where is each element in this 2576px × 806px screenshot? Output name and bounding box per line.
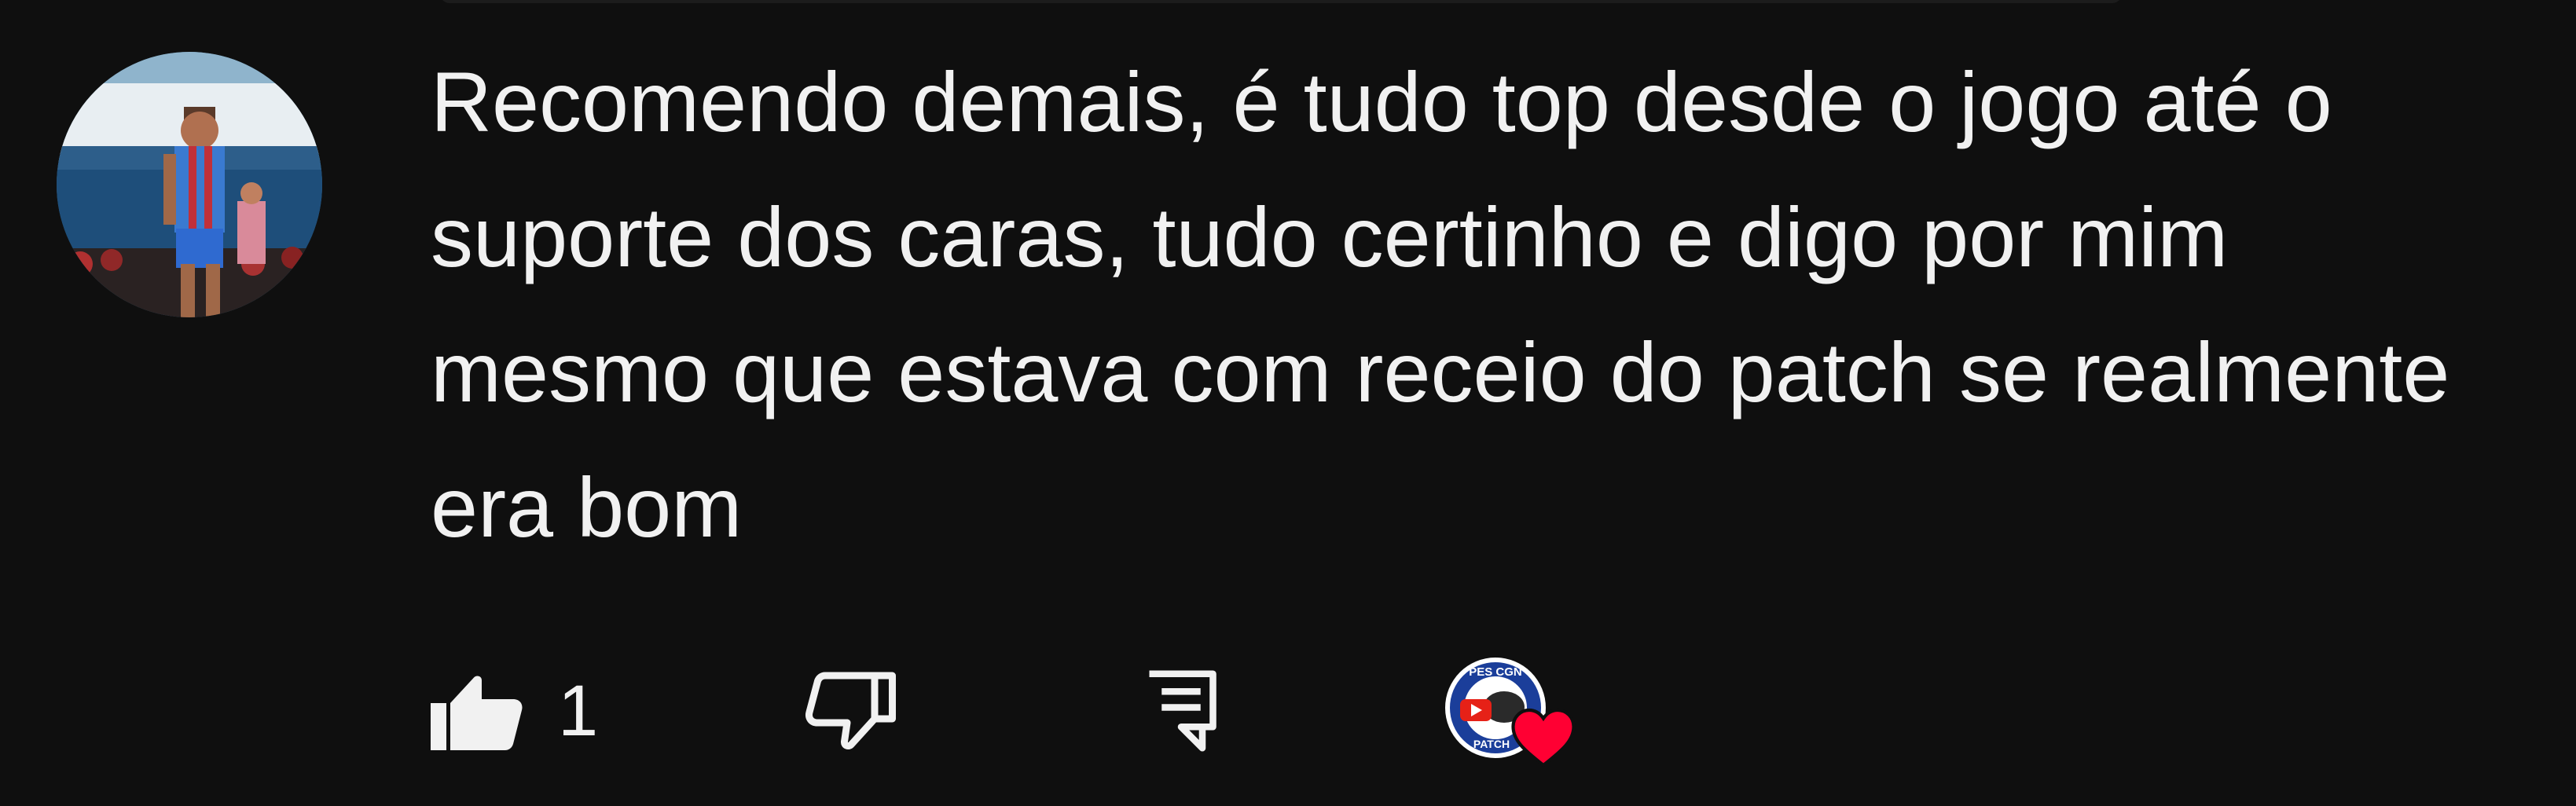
heart-icon <box>1511 708 1576 768</box>
creator-logo-text-bottom: PATCH <box>1473 738 1510 750</box>
creator-logo-text-top: PES CGN <box>1469 665 1522 679</box>
thumbs-down-icon <box>805 672 896 749</box>
comment-reply-icon <box>1149 670 1216 752</box>
creator-heart-badge: PES CGN PATCH <box>1444 657 1586 775</box>
dislike-button[interactable] <box>804 668 898 754</box>
thumbs-up-icon <box>431 676 523 750</box>
commenter-avatar-image <box>57 52 322 317</box>
previous-comment-edge <box>440 0 2122 3</box>
reply-button[interactable] <box>1146 668 1216 754</box>
comment-text: Recomendo demais, é tudo top desde o jog… <box>431 54 2450 555</box>
like-button[interactable]: 1 <box>431 668 598 754</box>
commenter-avatar[interactable] <box>57 52 322 317</box>
like-count: 1 <box>558 670 599 751</box>
